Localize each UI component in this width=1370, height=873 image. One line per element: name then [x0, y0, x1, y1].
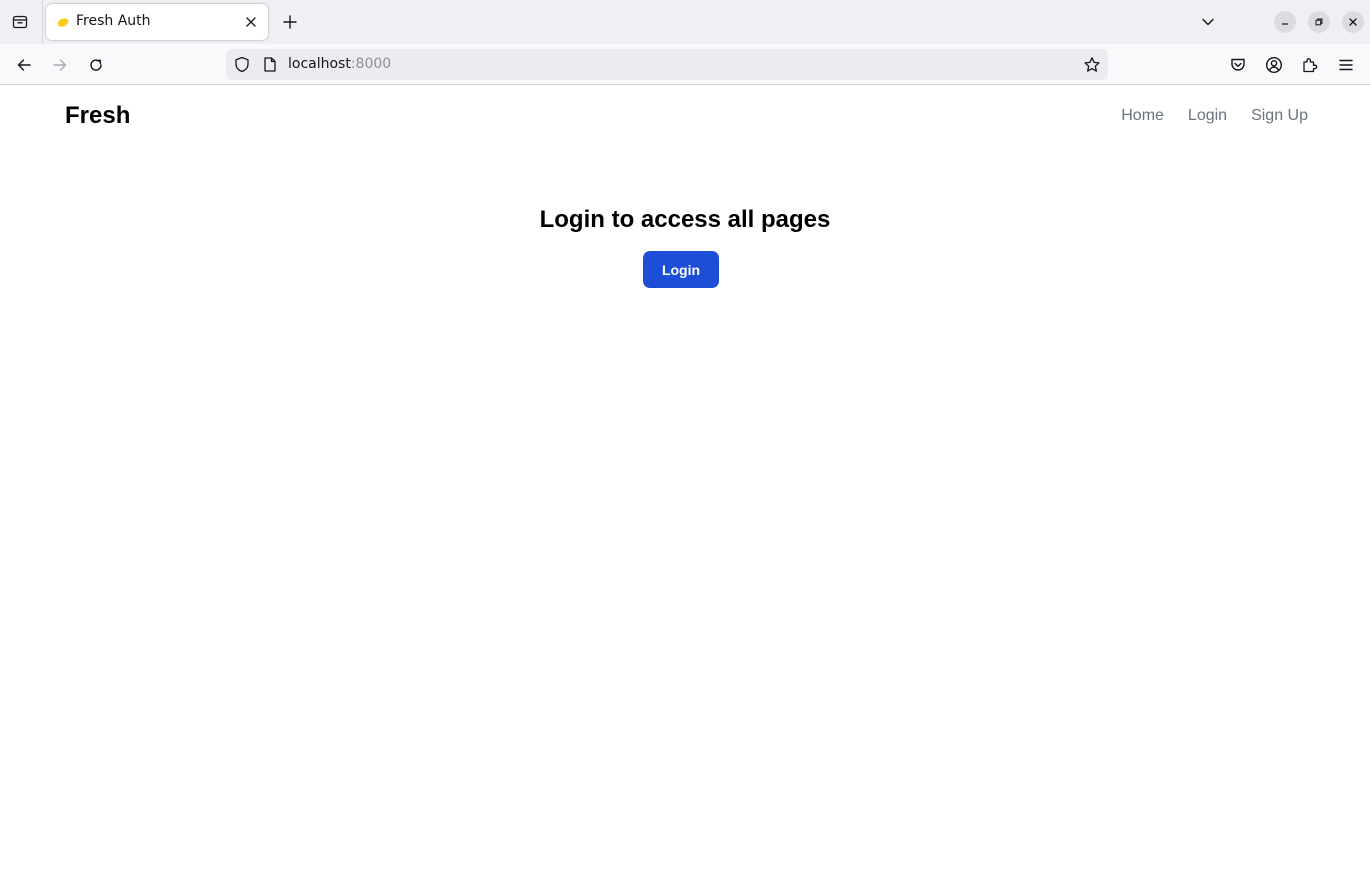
login-button[interactable]: Login	[643, 251, 719, 288]
list-all-tabs-button[interactable]	[1196, 10, 1220, 34]
arrow-right-icon	[53, 59, 67, 71]
tab-title: Fresh Auth	[76, 13, 151, 29]
url-host: localhost	[288, 56, 351, 72]
menu-button[interactable]	[1335, 54, 1357, 76]
reload-button[interactable]	[82, 51, 110, 79]
firefox-view-icon	[12, 15, 28, 29]
tab-close-button[interactable]	[242, 13, 260, 31]
reload-icon	[90, 59, 102, 71]
tab-fresh-auth[interactable]: Fresh Auth	[46, 4, 268, 40]
url-port: :8000	[350, 56, 392, 72]
nav-link-login[interactable]: Login	[1188, 107, 1227, 125]
plus-icon	[283, 15, 297, 29]
lemon-favicon-icon	[57, 18, 69, 27]
close-icon	[246, 17, 256, 27]
page-heading: Login to access all pages	[539, 206, 831, 233]
back-button[interactable]	[10, 51, 38, 79]
nav-link-signup[interactable]: Sign Up	[1251, 107, 1308, 125]
new-tab-button[interactable]	[278, 10, 302, 34]
navigation-toolbar: localhost:8000	[0, 44, 1370, 85]
page-content: Fresh Home Login Sign Up Login to access…	[0, 85, 1370, 873]
hamburger-menu-icon	[1339, 59, 1353, 71]
shield-icon	[235, 56, 249, 73]
tab-list-button[interactable]	[7, 9, 33, 35]
url-text[interactable]: localhost:8000	[288, 56, 391, 72]
forward-button[interactable]	[46, 51, 74, 79]
bookmark-button[interactable]	[1082, 55, 1102, 75]
restore-button[interactable]	[1308, 11, 1330, 33]
pocket-button[interactable]	[1227, 54, 1249, 76]
minimize-icon	[1282, 23, 1288, 25]
tab-strip: Fresh Auth	[0, 0, 1370, 44]
minimize-button[interactable]	[1274, 11, 1296, 33]
extensions-button[interactable]	[1299, 54, 1321, 76]
url-bar[interactable]: localhost:8000	[226, 49, 1108, 80]
puzzle-piece-icon	[1303, 58, 1318, 73]
close-window-button[interactable]	[1342, 11, 1364, 33]
site-brand[interactable]: Fresh	[65, 102, 130, 130]
restore-icon	[1315, 18, 1323, 26]
tab-strip-separator	[42, 0, 43, 44]
star-icon	[1084, 57, 1100, 72]
close-icon	[1349, 18, 1357, 26]
nav-link-home[interactable]: Home	[1121, 107, 1164, 125]
arrow-left-icon	[17, 59, 31, 71]
account-icon	[1265, 56, 1283, 74]
account-button[interactable]	[1263, 54, 1285, 76]
pocket-icon	[1231, 58, 1245, 71]
chevron-down-icon	[1202, 18, 1214, 26]
page-icon	[264, 57, 276, 72]
site-nav: Home Login Sign Up	[1121, 107, 1308, 125]
